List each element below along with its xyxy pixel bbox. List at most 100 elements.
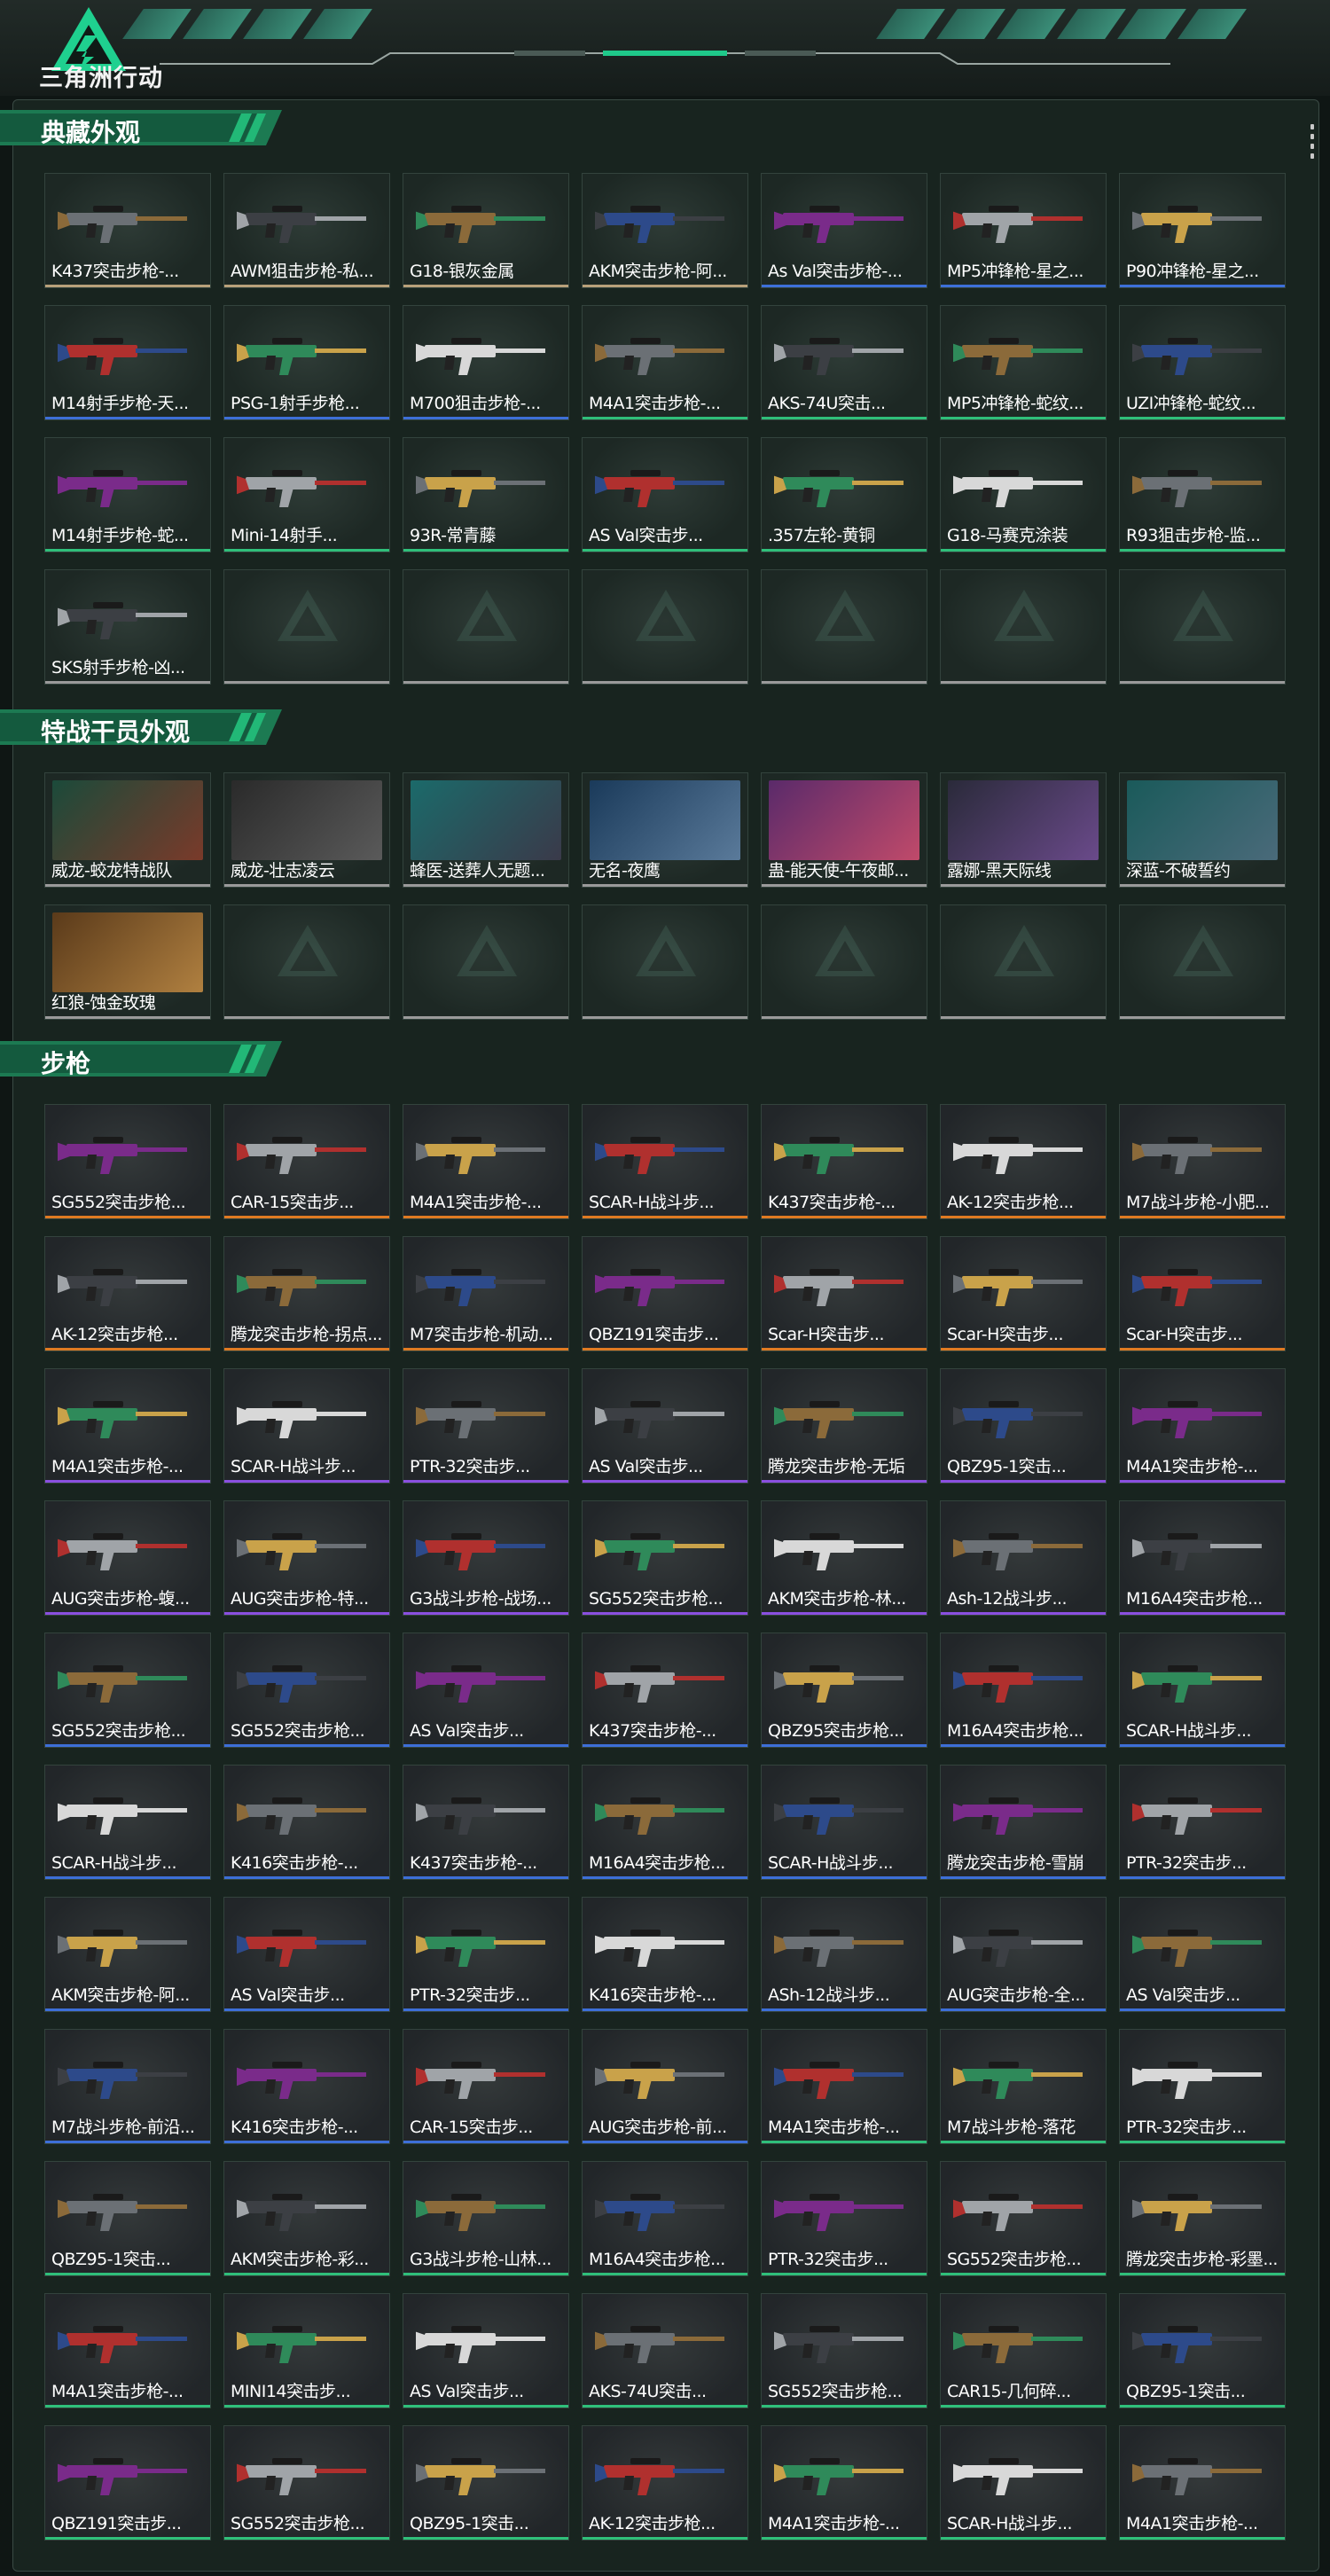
- weapon-skin-card[interactable]: G18-银灰金属: [403, 173, 569, 288]
- weapon-skin-card[interactable]: 腾龙突击步枪-雪崩: [940, 1765, 1107, 1880]
- weapon-skin-card[interactable]: Ash-12战斗步...: [940, 1500, 1107, 1616]
- weapon-skin-card[interactable]: K416突击步枪-...: [223, 2029, 390, 2144]
- weapon-skin-card[interactable]: M4A1突击步枪-...: [761, 2425, 927, 2541]
- weapon-skin-card[interactable]: G18-马赛克涂装: [940, 437, 1107, 552]
- weapon-skin-card[interactable]: K437突击步枪-...: [582, 1633, 748, 1748]
- weapon-skin-card[interactable]: M4A1突击步枪-...: [582, 305, 748, 420]
- weapon-skin-card[interactable]: PTR-32突击步...: [761, 2161, 927, 2276]
- weapon-skin-card[interactable]: 腾龙突击步枪-无垢: [761, 1368, 927, 1484]
- weapon-skin-card[interactable]: AK-12突击步枪...: [582, 2425, 748, 2541]
- weapon-skin-card[interactable]: SG552突击步枪...: [44, 1633, 211, 1748]
- weapon-skin-card[interactable]: AUG突击步枪-特...: [223, 1500, 390, 1616]
- weapon-skin-card[interactable]: SG552突击步枪...: [223, 1633, 390, 1748]
- weapon-skin-card[interactable]: SG552突击步枪...: [761, 2293, 927, 2408]
- weapon-skin-card[interactable]: MP5冲锋枪-蛇纹...: [940, 305, 1107, 420]
- weapon-skin-card[interactable]: Scar-H突击步...: [761, 1236, 927, 1351]
- weapon-skin-card[interactable]: SCAR-H战斗步...: [223, 1368, 390, 1484]
- weapon-skin-card[interactable]: K416突击步枪-...: [582, 1897, 748, 2012]
- weapon-skin-card[interactable]: QBZ95-1突击...: [1119, 2293, 1286, 2408]
- weapon-skin-card[interactable]: M16A4突击步枪...: [1119, 1500, 1286, 1616]
- weapon-skin-card[interactable]: 腾龙突击步枪-彩墨...: [1119, 2161, 1286, 2276]
- weapon-skin-card[interactable]: AS Val突击步...: [1119, 1897, 1286, 2012]
- weapon-skin-card[interactable]: M7战斗步枪-前沿...: [44, 2029, 211, 2144]
- weapon-skin-card[interactable]: SCAR-H战斗步...: [761, 1765, 927, 1880]
- weapon-skin-card[interactable]: SG552突击步枪...: [44, 1104, 211, 1219]
- operator-skin-card[interactable]: 无名-夜鹰: [582, 772, 748, 888]
- weapon-skin-card[interactable]: M14射手步枪-天...: [44, 305, 211, 420]
- weapon-skin-card[interactable]: M7战斗步枪-小肥...: [1119, 1104, 1286, 1219]
- weapon-skin-card[interactable]: AUG突击步枪-蝮...: [44, 1500, 211, 1616]
- weapon-skin-card[interactable]: SCAR-H战斗步...: [940, 2425, 1107, 2541]
- weapon-skin-card[interactable]: AUG突击步枪-全...: [940, 1897, 1107, 2012]
- weapon-skin-card[interactable]: 93R-常青藤: [403, 437, 569, 552]
- operator-skin-card[interactable]: 蜂医-送葬人无题...: [403, 772, 569, 888]
- weapon-skin-card[interactable]: SG552突击步枪...: [223, 2425, 390, 2541]
- weapon-skin-card[interactable]: ASh-12战斗步...: [761, 1897, 927, 2012]
- weapon-skin-card[interactable]: QBZ191突击步...: [44, 2425, 211, 2541]
- weapon-skin-card[interactable]: M4A1突击步枪-...: [403, 1104, 569, 1219]
- operator-skin-card[interactable]: 威龙-蛟龙特战队: [44, 772, 211, 888]
- weapon-skin-card[interactable]: AKM突击步枪-彩...: [223, 2161, 390, 2276]
- weapon-skin-card[interactable]: CAR15-几何碎...: [940, 2293, 1107, 2408]
- weapon-skin-card[interactable]: AKS-74U突击...: [582, 2293, 748, 2408]
- weapon-skin-card[interactable]: AKM突击步枪-林...: [761, 1500, 927, 1616]
- weapon-skin-card[interactable]: CAR-15突击步...: [223, 1104, 390, 1219]
- operator-skin-card[interactable]: 蛊-能天使-午夜邮...: [761, 772, 927, 888]
- operator-skin-card[interactable]: 深蓝-不破誓约: [1119, 772, 1286, 888]
- weapon-skin-card[interactable]: SG552突击步枪...: [582, 1500, 748, 1616]
- weapon-skin-card[interactable]: P90冲锋枪-星之...: [1119, 173, 1286, 288]
- weapon-skin-card[interactable]: AS Val突击步...: [403, 1633, 569, 1748]
- weapon-skin-card[interactable]: .357左轮-黄铜: [761, 437, 927, 552]
- weapon-skin-card[interactable]: G3战斗步枪-山林...: [403, 2161, 569, 2276]
- weapon-skin-card[interactable]: K416突击步枪-...: [223, 1765, 390, 1880]
- weapon-skin-card[interactable]: M7突击步枪-机动...: [403, 1236, 569, 1351]
- weapon-skin-card[interactable]: QBZ191突击步...: [582, 1236, 748, 1351]
- operator-skin-card[interactable]: 威龙-壮志凌云: [223, 772, 390, 888]
- weapon-skin-card[interactable]: PTR-32突击步...: [403, 1368, 569, 1484]
- weapon-skin-card[interactable]: QBZ95-1突击...: [44, 2161, 211, 2276]
- weapon-skin-card[interactable]: CAR-15突击步...: [403, 2029, 569, 2144]
- weapon-skin-card[interactable]: M7战斗步枪-落花: [940, 2029, 1107, 2144]
- weapon-skin-card[interactable]: As Val突击步枪-...: [761, 173, 927, 288]
- weapon-skin-card[interactable]: M4A1突击步枪-...: [1119, 1368, 1286, 1484]
- weapon-skin-card[interactable]: Scar-H突击步...: [1119, 1236, 1286, 1351]
- weapon-skin-card[interactable]: AS Val突击步...: [582, 437, 748, 552]
- weapon-skin-card[interactable]: AKM突击步枪-阿...: [582, 173, 748, 288]
- weapon-skin-card[interactable]: PTR-32突击步...: [403, 1897, 569, 2012]
- weapon-skin-card[interactable]: M16A4突击步枪...: [940, 1633, 1107, 1748]
- weapon-skin-card[interactable]: AS Val突击步...: [582, 1368, 748, 1484]
- weapon-skin-card[interactable]: G3战斗步枪-战场...: [403, 1500, 569, 1616]
- weapon-skin-card[interactable]: M4A1突击步枪-...: [1119, 2425, 1286, 2541]
- weapon-skin-card[interactable]: M4A1突击步枪-...: [44, 1368, 211, 1484]
- weapon-skin-card[interactable]: K437突击步枪-...: [44, 173, 211, 288]
- operator-skin-card[interactable]: 露娜-黑天际线: [940, 772, 1107, 888]
- scrollbar-handle[interactable]: [1310, 124, 1316, 159]
- weapon-skin-card[interactable]: QBZ95-1突击...: [403, 2425, 569, 2541]
- weapon-skin-card[interactable]: M16A4突击步枪...: [582, 2161, 748, 2276]
- weapon-skin-card[interactable]: M4A1突击步枪-...: [44, 2293, 211, 2408]
- weapon-skin-card[interactable]: AK-12突击步枪...: [44, 1236, 211, 1351]
- weapon-skin-card[interactable]: PTR-32突击步...: [1119, 2029, 1286, 2144]
- weapon-skin-card[interactable]: SCAR-H战斗步...: [582, 1104, 748, 1219]
- weapon-skin-card[interactable]: K437突击步枪-...: [761, 1104, 927, 1219]
- weapon-skin-card[interactable]: SCAR-H战斗步...: [44, 1765, 211, 1880]
- weapon-skin-card[interactable]: AUG突击步枪-前...: [582, 2029, 748, 2144]
- weapon-skin-card[interactable]: R93狙击步枪-监...: [1119, 437, 1286, 552]
- weapon-skin-card[interactable]: PTR-32突击步...: [1119, 1765, 1286, 1880]
- weapon-skin-card[interactable]: AWM狙击步枪-私...: [223, 173, 390, 288]
- operator-skin-card[interactable]: 红狼-蚀金玫瑰: [44, 904, 211, 1020]
- weapon-skin-card[interactable]: AKM突击步枪-阿...: [44, 1897, 211, 2012]
- weapon-skin-card[interactable]: SKS射手步枪-凶...: [44, 569, 211, 685]
- weapon-skin-card[interactable]: 腾龙突击步枪-拐点...: [223, 1236, 390, 1351]
- weapon-skin-card[interactable]: UZI冲锋枪-蛇纹...: [1119, 305, 1286, 420]
- weapon-skin-card[interactable]: M4A1突击步枪-...: [761, 2029, 927, 2144]
- weapon-skin-card[interactable]: M700狙击步枪-...: [403, 305, 569, 420]
- weapon-skin-card[interactable]: M14射手步枪-蛇...: [44, 437, 211, 552]
- weapon-skin-card[interactable]: SG552突击步枪...: [940, 2161, 1107, 2276]
- weapon-skin-card[interactable]: MP5冲锋枪-星之...: [940, 173, 1107, 288]
- weapon-skin-card[interactable]: Mini-14射手...: [223, 437, 390, 552]
- weapon-skin-card[interactable]: SCAR-H战斗步...: [1119, 1633, 1286, 1748]
- weapon-skin-card[interactable]: AS Val突击步...: [223, 1897, 390, 2012]
- weapon-skin-card[interactable]: MINI14突击步...: [223, 2293, 390, 2408]
- weapon-skin-card[interactable]: K437突击步枪-...: [403, 1765, 569, 1880]
